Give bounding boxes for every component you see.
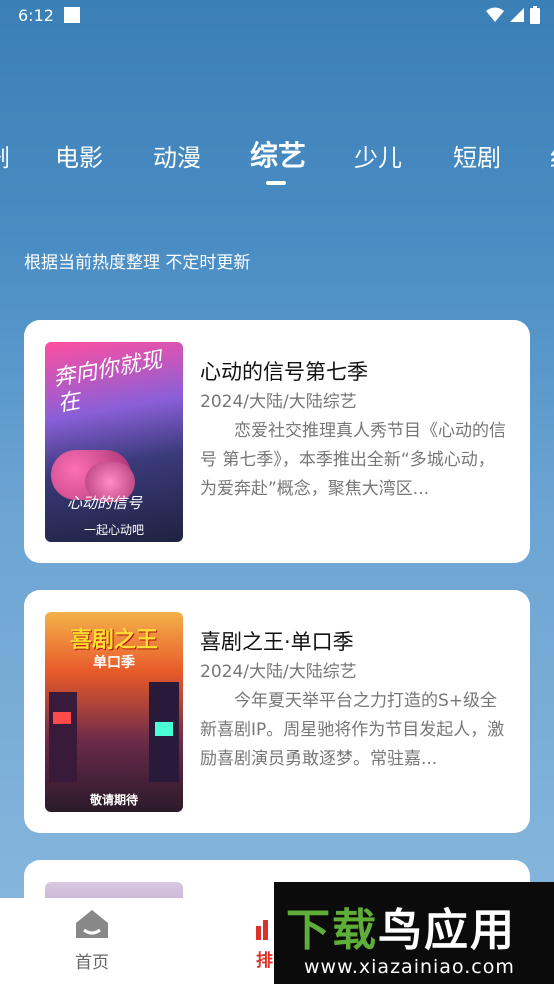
tab-documentary[interactable]: 纪 [550, 138, 554, 173]
show-poster: 喜剧之王 单口季 敬请期待 [45, 612, 183, 812]
notification-icon [64, 7, 80, 23]
battery-icon [530, 6, 540, 24]
poster-sub: 单口季 [93, 655, 135, 671]
poster-headline: 喜剧之王 [69, 628, 158, 653]
signal-icon [510, 8, 524, 22]
tab-kids[interactable]: 少儿 [354, 138, 402, 173]
show-title[interactable]: 心动的信号第七季 [200, 356, 368, 386]
status-icons [486, 6, 540, 24]
nav-home-label: 首页 [75, 953, 109, 973]
show-meta: 2024/大陆/大陆综艺 [200, 662, 357, 682]
nav-rank[interactable]: 排 [256, 920, 274, 971]
show-card[interactable]: 奔向你就现在 心动的信号 一起心动吧 心动的信号第七季 2024/大陆/大陆综艺… [24, 320, 530, 563]
nav-rank-label: 排 [256, 951, 273, 971]
show-meta: 2024/大陆/大陆综艺 [200, 392, 357, 412]
poster-footer: 敬请期待 [89, 793, 138, 807]
watermark-title: 下载鸟应用 [286, 894, 516, 958]
status-bar: 6:12 [0, 0, 554, 32]
show-card[interactable]: 喜剧之王 单口季 敬请期待 喜剧之王·单口季 2024/大陆/大陆综艺 今年夏天… [24, 590, 530, 833]
tab-anime[interactable]: 动漫 [153, 138, 201, 173]
wifi-icon [486, 7, 504, 22]
nav-home[interactable]: 首页 [70, 908, 114, 973]
active-tab-indicator [266, 181, 286, 185]
watermark-title-green: 下载 [286, 905, 378, 956]
ranking-icon [256, 920, 268, 940]
watermark-title-white: 鸟应用 [378, 905, 516, 956]
show-title[interactable]: 喜剧之王·单口季 [200, 626, 354, 656]
tab-short-drama[interactable]: 短剧 [453, 138, 501, 173]
show-description: 恋爱社交推理真人秀节目《心动的信号 第七季》，本季推出全新“多城心动，为爱奔赴”… [200, 421, 506, 499]
tab-variety[interactable]: 综艺 [250, 134, 306, 174]
category-tabs: 剧 电影 动漫 综艺 少儿 短剧 纪 [0, 132, 554, 182]
poster-headline: 奔向你就现在 [51, 347, 165, 418]
poster-footer: 一起心动吧 [83, 523, 144, 537]
watermark: 下载鸟应用 www.xiazainiao.com [274, 882, 554, 984]
show-poster: 奔向你就现在 心动的信号 一起心动吧 [45, 342, 183, 542]
tab-tv[interactable]: 剧 [0, 138, 10, 173]
home-icon [76, 910, 108, 938]
watermark-url: www.xiazainiao.com [304, 956, 515, 978]
tab-movie[interactable]: 电影 [55, 138, 103, 173]
list-subtitle: 根据当前热度整理 不定时更新 [24, 253, 251, 273]
poster-logo: 心动的信号 [67, 494, 143, 512]
status-time: 6:12 [18, 6, 54, 25]
show-description: 今年夏天举平台之力打造的S+级全新喜剧IP。周星驰将作为节目发起人，激励喜剧演员… [200, 691, 505, 769]
